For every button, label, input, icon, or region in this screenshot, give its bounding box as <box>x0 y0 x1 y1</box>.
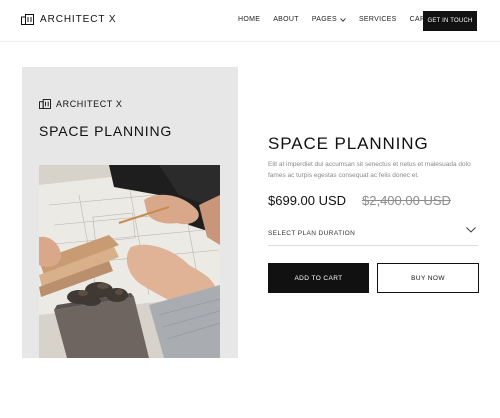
building-icon <box>21 14 34 25</box>
card-brand-logo: ARCHITECT X <box>39 99 122 109</box>
building-icon <box>39 99 51 109</box>
nav-item-home-label: HOME <box>238 16 261 23</box>
add-to-cart-button[interactable]: ADD TO CART <box>268 263 369 293</box>
plan-duration-label: SELECT PLAN DURATION <box>268 230 356 237</box>
product-title: SPACE PLANNING <box>268 134 429 153</box>
nav-item-about-label: ABOUT <box>273 16 299 23</box>
brand-name: ARCHITECT X <box>40 14 117 25</box>
card-brand-name: ARCHITECT X <box>56 99 123 109</box>
nav-item-pages[interactable]: PAGES <box>312 16 346 23</box>
card-title: SPACE PLANNING <box>39 123 173 139</box>
plan-duration-select[interactable]: SELECT PLAN DURATION <box>268 224 478 246</box>
get-in-touch-button[interactable]: GET IN TOUCH <box>423 11 477 31</box>
product-description: Elit at imperdiet dui accumsan sit senec… <box>268 161 471 179</box>
chevron-down-icon <box>466 227 476 233</box>
buy-now-button[interactable]: BUY NOW <box>377 263 479 293</box>
nav-item-about[interactable]: ABOUT <box>273 16 299 23</box>
nav-item-home[interactable]: HOME <box>238 16 260 23</box>
original-price: $2,400.00 USD <box>362 193 451 208</box>
nav-item-services-label: SERVICES <box>358 16 397 23</box>
nav-item-services[interactable]: SERVICES <box>359 16 397 23</box>
nav-item-pages-label: PAGES <box>311 16 337 23</box>
product-card: ARCHITECT X SPACE PLANNING <box>22 67 238 358</box>
product-image <box>39 165 220 358</box>
site-header: ARCHITECT X HOME ABOUT PAGES SERVICES CA… <box>0 0 500 42</box>
current-price: $699.00 USD <box>268 193 347 208</box>
chevron-down-icon <box>340 17 346 22</box>
brand-logo[interactable]: ARCHITECT X <box>21 14 116 25</box>
main-nav: HOME ABOUT PAGES SERVICES CART(3) <box>238 16 452 23</box>
